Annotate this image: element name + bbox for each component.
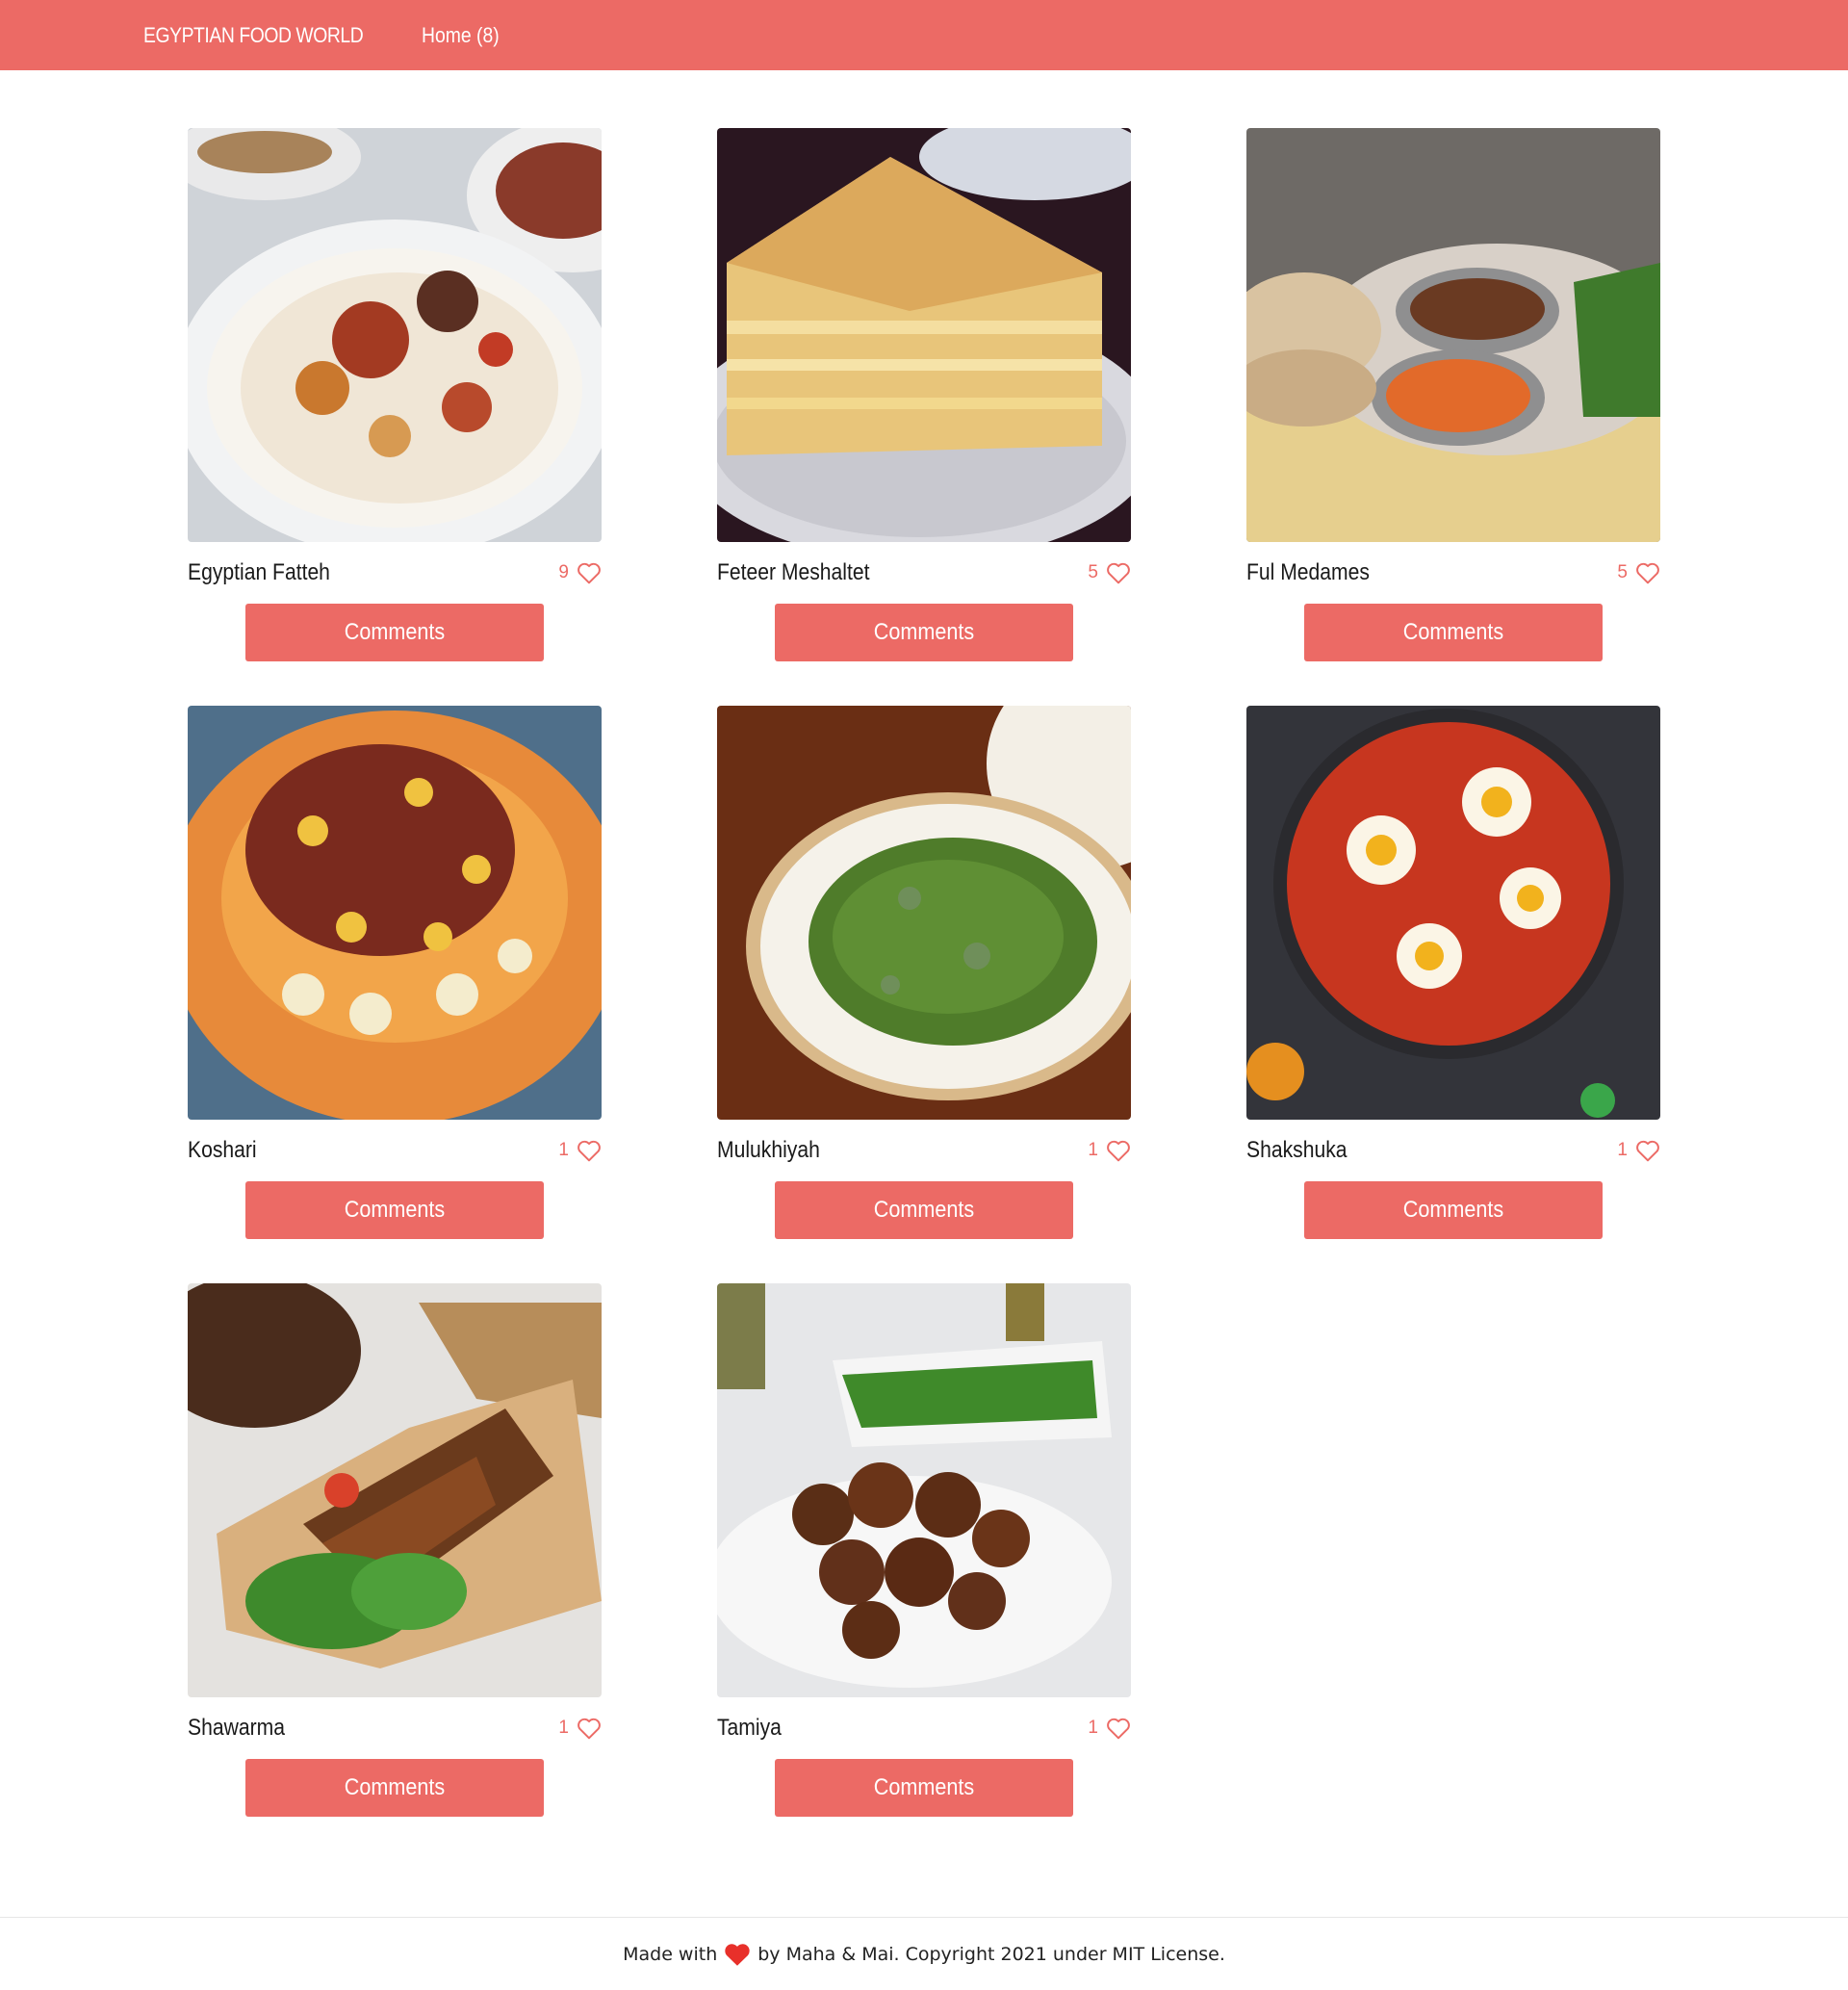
likes: 1 xyxy=(1088,1717,1131,1740)
dish-card: Tamiya 1 Comments xyxy=(717,1283,1131,1822)
likes: 9 xyxy=(558,561,602,584)
comments-button-label: Comments xyxy=(344,1197,446,1223)
dish-name: Shakshuka xyxy=(1246,1137,1348,1163)
comments-button[interactable]: Comments xyxy=(245,1759,544,1817)
comments-button[interactable]: Comments xyxy=(775,1181,1073,1239)
like-count: 9 xyxy=(558,562,569,582)
footer-credit: by Maha & Mai. Copyright 2021 under MIT … xyxy=(757,1943,1225,1965)
dish-card: Shakshuka 1 Comments xyxy=(1246,706,1660,1245)
nav-home-link[interactable]: Home (8) xyxy=(422,23,500,48)
heart-outline-icon[interactable] xyxy=(577,1717,602,1740)
comments-button[interactable]: Comments xyxy=(245,1181,544,1239)
comments-button[interactable]: Comments xyxy=(1304,1181,1603,1239)
comments-button-label: Comments xyxy=(873,619,975,645)
heart-outline-icon[interactable] xyxy=(577,561,602,584)
likes: 5 xyxy=(1088,561,1131,584)
footer: Made with by Maha & Mai. Copyright 2021 … xyxy=(0,1917,1848,1990)
dish-meta: Koshari 1 xyxy=(188,1131,602,1170)
dish-name: Mulukhiyah xyxy=(717,1137,820,1163)
like-count: 1 xyxy=(1088,1140,1098,1160)
like-count: 5 xyxy=(1088,562,1098,582)
comments-button[interactable]: Comments xyxy=(245,604,544,661)
comments-button[interactable]: Comments xyxy=(1304,604,1603,661)
like-count: 5 xyxy=(1617,562,1628,582)
dish-meta: Shawarma 1 xyxy=(188,1709,602,1747)
like-count: 1 xyxy=(558,1140,569,1160)
heart-outline-icon[interactable] xyxy=(577,1139,602,1162)
likes: 1 xyxy=(558,1717,602,1740)
dish-name: Ful Medames xyxy=(1246,559,1370,585)
likes: 5 xyxy=(1617,561,1660,584)
dish-name: Tamiya xyxy=(717,1715,782,1741)
comments-button-label: Comments xyxy=(1402,1197,1504,1223)
dish-meta: Egyptian Fatteh 9 xyxy=(188,554,602,592)
comments-button-label: Comments xyxy=(873,1774,975,1800)
dish-photo-shakshuka xyxy=(1246,706,1660,1120)
footer-made-with: Made with xyxy=(623,1943,718,1965)
dish-card: Koshari 1 Comments xyxy=(188,706,602,1245)
dish-grid: Egyptian Fatteh 9 Comments Feteer Meshal… xyxy=(188,128,1660,1822)
dish-photo-koshari xyxy=(188,706,602,1120)
dish-name: Feteer Meshaltet xyxy=(717,559,870,585)
heart-outline-icon[interactable] xyxy=(1106,1139,1131,1162)
heart-outline-icon[interactable] xyxy=(1635,561,1660,584)
like-count: 1 xyxy=(558,1718,569,1738)
dish-meta: Mulukhiyah 1 xyxy=(717,1131,1131,1170)
comments-button-label: Comments xyxy=(344,1774,446,1800)
heart-outline-icon[interactable] xyxy=(1106,561,1131,584)
like-count: 1 xyxy=(1088,1718,1098,1738)
dish-card: Feteer Meshaltet 5 Comments xyxy=(717,128,1131,667)
dish-name: Koshari xyxy=(188,1137,257,1163)
navbar: EGYPTIAN FOOD WORLD Home (8) xyxy=(0,0,1848,70)
comments-button-label: Comments xyxy=(344,619,446,645)
comments-button-label: Comments xyxy=(1402,619,1504,645)
like-count: 1 xyxy=(1617,1140,1628,1160)
dish-photo-tamiya xyxy=(717,1283,1131,1697)
dish-name: Shawarma xyxy=(188,1715,285,1741)
comments-button[interactable]: Comments xyxy=(775,1759,1073,1817)
dish-meta: Ful Medames 5 xyxy=(1246,554,1660,592)
dish-card: Ful Medames 5 Comments xyxy=(1246,128,1660,667)
likes: 1 xyxy=(1088,1139,1131,1162)
brand-link[interactable]: EGYPTIAN FOOD WORLD xyxy=(143,23,364,48)
dish-photo-shawarma xyxy=(188,1283,602,1697)
dish-card: Egyptian Fatteh 9 Comments xyxy=(188,128,602,667)
dish-photo-fatteh xyxy=(188,128,602,542)
heart-outline-icon[interactable] xyxy=(1106,1717,1131,1740)
dish-photo-ful xyxy=(1246,128,1660,542)
dish-meta: Tamiya 1 xyxy=(717,1709,1131,1747)
dish-card: Shawarma 1 Comments xyxy=(188,1283,602,1822)
dish-photo-feteer xyxy=(717,128,1131,542)
likes: 1 xyxy=(558,1139,602,1162)
comments-button[interactable]: Comments xyxy=(775,604,1073,661)
comments-button-label: Comments xyxy=(873,1197,975,1223)
likes: 1 xyxy=(1617,1139,1660,1162)
dish-card: Mulukhiyah 1 Comments xyxy=(717,706,1131,1245)
heart-outline-icon[interactable] xyxy=(1635,1139,1660,1162)
dish-meta: Shakshuka 1 xyxy=(1246,1131,1660,1170)
heart-solid-icon xyxy=(725,1944,750,1966)
dish-photo-mulukhiyah xyxy=(717,706,1131,1120)
dish-name: Egyptian Fatteh xyxy=(188,559,330,585)
dish-meta: Feteer Meshaltet 5 xyxy=(717,554,1131,592)
